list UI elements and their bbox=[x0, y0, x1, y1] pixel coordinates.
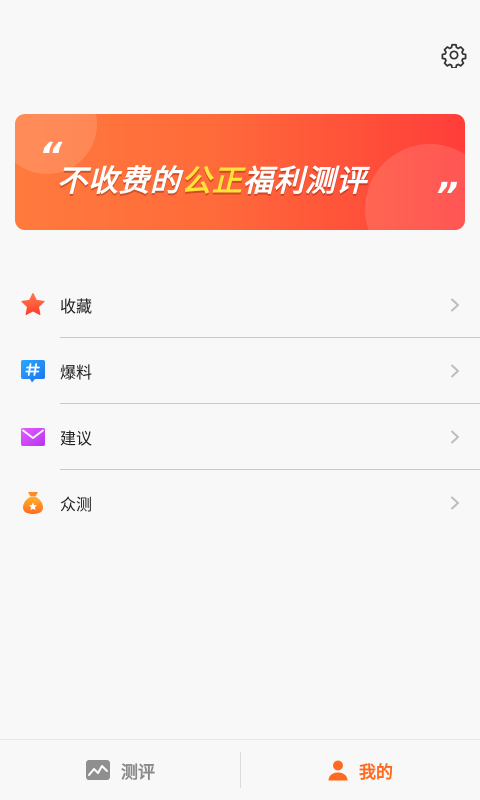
tab-reviews[interactable]: 测评 bbox=[0, 740, 240, 800]
chart-icon bbox=[86, 760, 110, 780]
tab-label: 我的 bbox=[359, 762, 393, 783]
chevron-right-icon bbox=[451, 298, 459, 312]
tab-label: 测评 bbox=[121, 762, 155, 783]
banner-slogan: 不收费的公正福利测评 bbox=[57, 156, 367, 200]
money-bag-icon bbox=[23, 492, 43, 514]
chevron-right-icon bbox=[451, 430, 459, 444]
menu-item-label: 建议 bbox=[60, 429, 93, 448]
settings-button[interactable] bbox=[441, 42, 467, 69]
slogan-part2: 福利测评 bbox=[243, 164, 367, 199]
slogan-banner[interactable]: “ 不收费的公正福利测评 ” bbox=[15, 114, 465, 230]
quote-close-mark: ” bbox=[435, 176, 459, 217]
menu-item-tips[interactable]: 爆料 bbox=[0, 338, 480, 404]
star-icon bbox=[21, 292, 45, 315]
profile-page: “ 不收费的公正福利测评 ” 收藏 爆料 建议 众测 测评 我的 bbox=[0, 0, 480, 800]
gear-icon bbox=[441, 43, 467, 69]
tab-mine[interactable]: 我的 bbox=[240, 740, 480, 800]
menu-item-favorites[interactable]: 收藏 bbox=[0, 272, 480, 338]
slogan-part1: 不收费的 bbox=[57, 164, 181, 199]
bottom-tab-bar: 测评 我的 bbox=[0, 739, 480, 800]
menu-item-label: 收藏 bbox=[60, 297, 93, 316]
user-icon bbox=[328, 760, 348, 781]
menu-item-label: 众测 bbox=[60, 495, 93, 514]
menu-item-label: 爆料 bbox=[60, 363, 93, 382]
menu-item-suggestions[interactable]: 建议 bbox=[0, 404, 480, 470]
slogan-highlight: 公正 bbox=[181, 164, 243, 199]
menu-item-group-test[interactable]: 众测 bbox=[0, 470, 480, 536]
mail-icon bbox=[21, 428, 45, 446]
menu-list: 收藏 爆料 建议 众测 bbox=[0, 272, 480, 536]
chevron-right-icon bbox=[451, 364, 459, 378]
hashtag-icon bbox=[21, 360, 45, 383]
chevron-right-icon bbox=[451, 496, 459, 510]
tab-separator bbox=[240, 752, 241, 788]
